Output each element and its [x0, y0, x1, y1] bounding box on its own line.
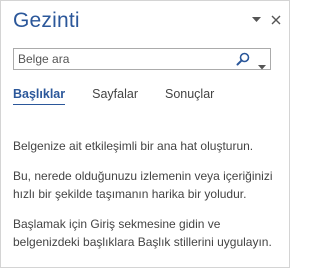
help-paragraph-3: Başlamak için Giriş sekmesine gidin ve b…: [13, 217, 272, 249]
tab-headings[interactable]: Başlıklar: [13, 87, 66, 105]
pane-close-button[interactable]: [269, 13, 283, 27]
chevron-down-icon: [251, 17, 261, 22]
pane-title: Gezinti: [13, 9, 80, 32]
help-paragraph-2: Bu, nerede olduğunuzu izlemenin veya içe…: [13, 169, 273, 201]
chevron-down-icon: [258, 65, 266, 70]
close-icon: [271, 15, 281, 25]
tab-results[interactable]: Sonuçlar: [165, 87, 214, 101]
search-button[interactable]: [236, 52, 250, 66]
search-input[interactable]: [14, 49, 240, 69]
tab-pages[interactable]: Sayfalar: [92, 87, 138, 101]
headings-help-text: Belgenize ait etkileşimli bir ana hat ol…: [13, 137, 281, 263]
search-options-button[interactable]: [258, 57, 266, 70]
search-box: [13, 48, 271, 70]
tab-strip: Başlıklar Sayfalar Sonuçlar: [13, 87, 241, 109]
pane-options-button[interactable]: [249, 13, 263, 27]
help-paragraph-1: Belgenize ait etkileşimli bir ana hat ol…: [13, 139, 254, 153]
pane-header-controls: [249, 13, 283, 27]
search-icon: [236, 52, 250, 66]
navigation-pane: Gezinti Başlıklar Sayfalar: [0, 0, 290, 268]
